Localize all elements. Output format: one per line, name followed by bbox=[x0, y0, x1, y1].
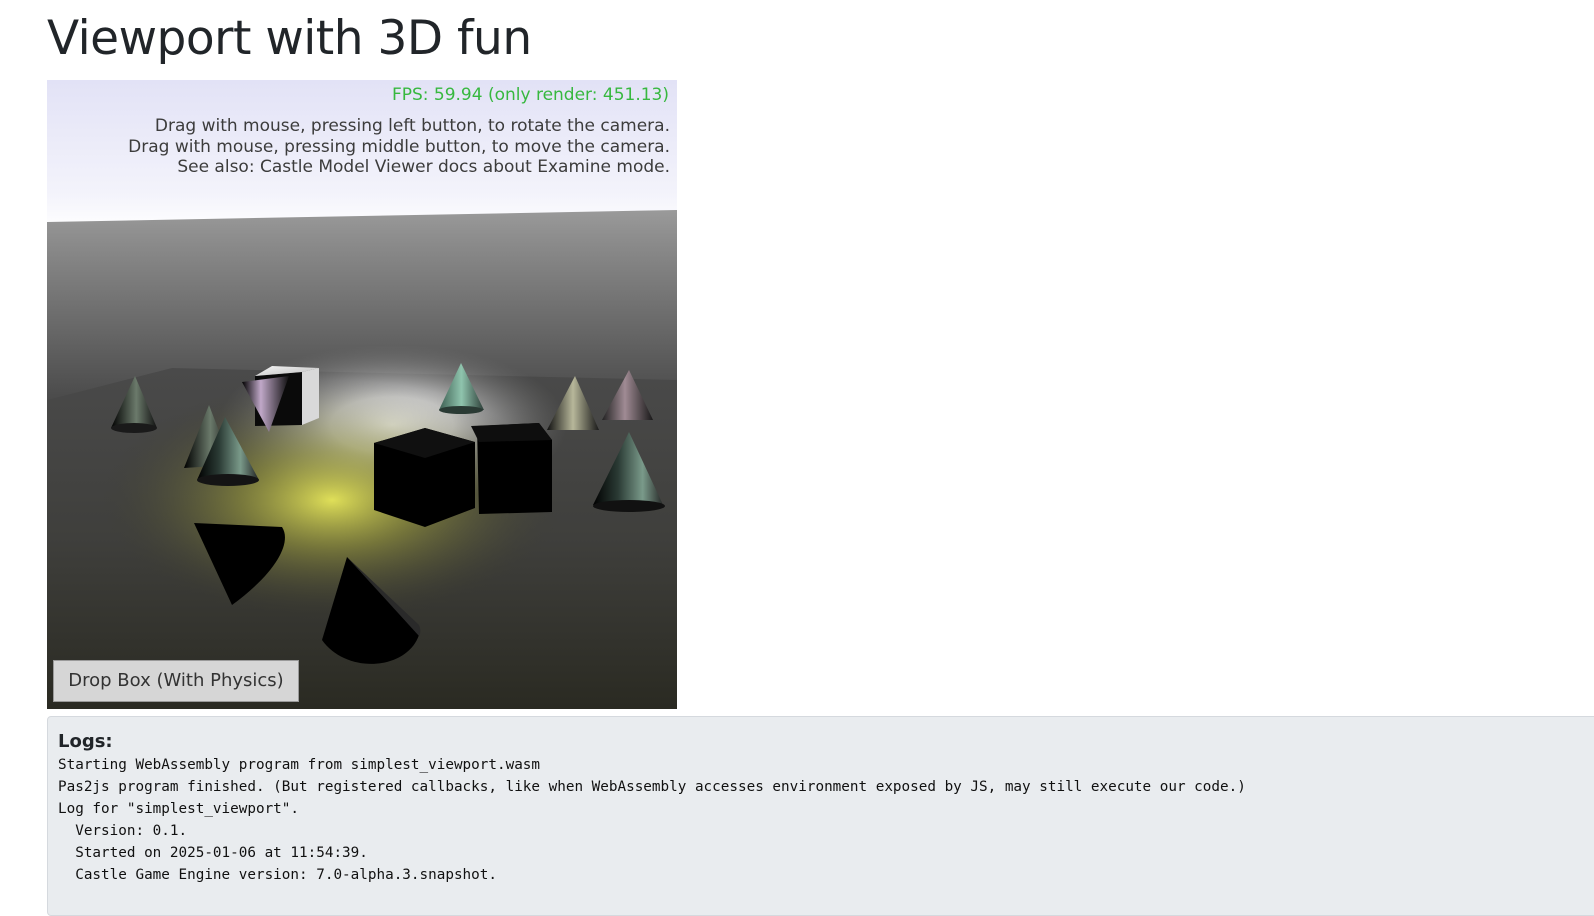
help-line-move: Drag with mouse, pressing middle button,… bbox=[128, 136, 670, 157]
log-line: Starting WebAssembly program from simple… bbox=[58, 757, 541, 773]
cone-far-left-base bbox=[111, 423, 157, 433]
3d-viewport[interactable]: FPS: 59.94 (only render: 451.13) Drag wi… bbox=[47, 80, 677, 709]
center-box-right-top bbox=[471, 423, 552, 442]
help-line-rotate: Drag with mouse, pressing left button, t… bbox=[154, 116, 670, 136]
log-line: Started on 2025-01-06 at 11:54:39. bbox=[58, 845, 368, 861]
log-line: Castle Game Engine version: 7.0-alpha.3.… bbox=[58, 867, 497, 883]
fps-counter: FPS: 59.94 (only render: 451.13) bbox=[391, 85, 669, 105]
help-line-docs: See also: Castle Model Viewer docs about… bbox=[177, 157, 670, 177]
log-line: Log for "simplest_viewport". bbox=[58, 801, 300, 817]
log-line: Version: 0.1. bbox=[58, 823, 188, 839]
cone-left-front-base bbox=[197, 474, 259, 486]
logs-title: Logs: bbox=[58, 731, 113, 752]
page-title: Viewport with 3D fun bbox=[47, 11, 532, 66]
cone-green-base bbox=[439, 406, 483, 414]
back-box-side bbox=[302, 368, 319, 425]
drop-box-button[interactable]: Drop Box (With Physics) bbox=[53, 660, 299, 702]
logs-panel: Logs: Starting WebAssembly program from … bbox=[47, 716, 1594, 916]
camera-help-text: Drag with mouse, pressing left button, t… bbox=[128, 116, 670, 178]
log-line: Pas2js program finished. (But registered… bbox=[58, 779, 1246, 795]
cone-teal-right-base bbox=[593, 500, 665, 512]
